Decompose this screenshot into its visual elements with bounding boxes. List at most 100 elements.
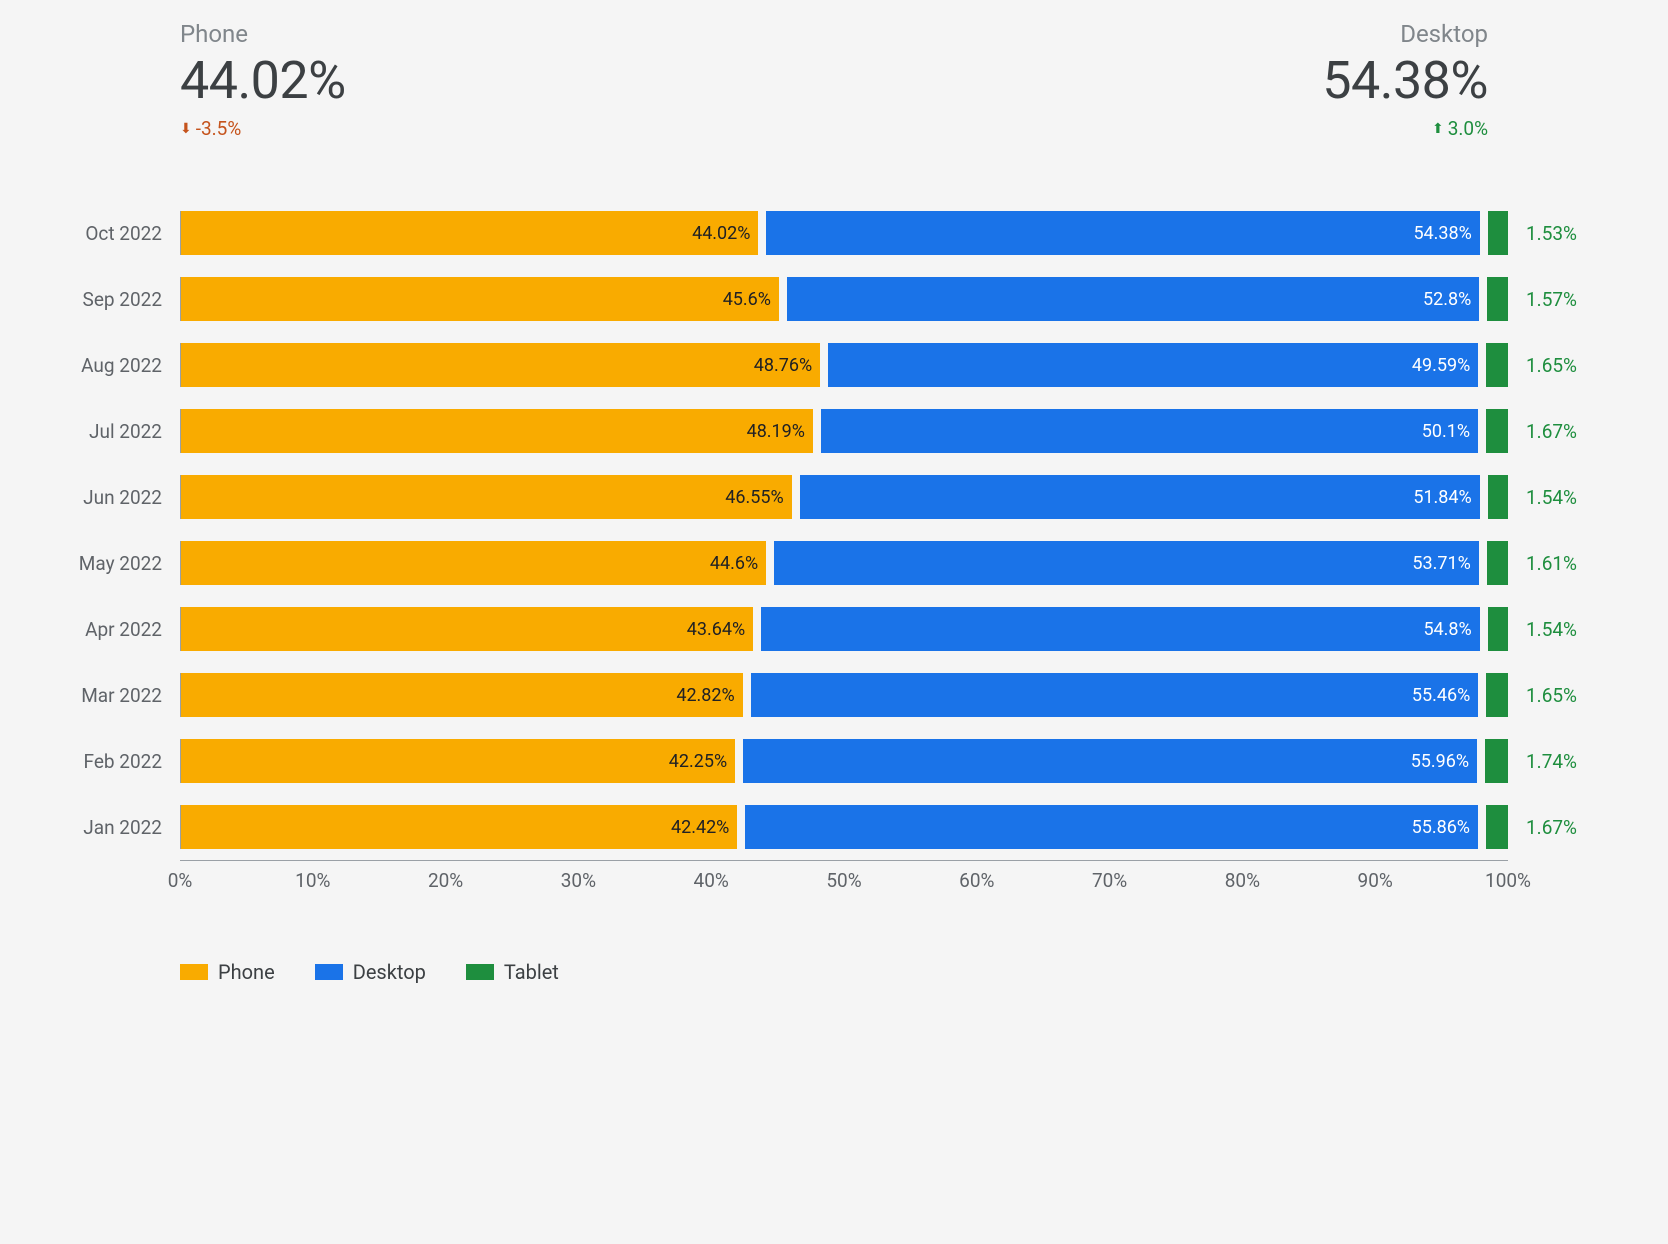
bar-track: 44.02%54.38% (180, 211, 1508, 255)
tablet-value-label: 1.54% (1508, 618, 1577, 641)
bar-segment-tablet (1486, 673, 1508, 717)
legend-desktop-label: Desktop (353, 960, 426, 984)
chart-row: Mar 202242.82%55.46%1.65% (180, 662, 1508, 728)
x-axis-tick: 20% (428, 869, 463, 892)
y-axis-label: Sep 2022 (50, 288, 180, 311)
stacked-bar-chart: Oct 202244.02%54.38%1.53%Sep 202245.6%52… (180, 200, 1508, 900)
kpi-desktop-value: 54.38% (1322, 50, 1488, 111)
bar-track: 42.25%55.96% (180, 739, 1508, 783)
arrow-up-icon: ⬆ (1432, 122, 1444, 136)
x-axis-tick: 90% (1358, 869, 1393, 892)
tablet-value-label: 1.74% (1508, 750, 1577, 773)
bar-segment-desktop: 50.1% (821, 409, 1478, 453)
kpi-desktop-delta-value: 3.0% (1448, 117, 1488, 140)
legend-tablet-label: Tablet (504, 960, 559, 984)
x-axis-tick: 100% (1485, 869, 1531, 892)
chart-row: Sep 202245.6%52.8%1.57% (180, 266, 1508, 332)
bar-segment-tablet (1487, 277, 1508, 321)
bar-segment-phone: 42.25% (181, 739, 735, 783)
bar-segment-phone: 46.55% (181, 475, 792, 519)
chart-row: Oct 202244.02%54.38%1.53% (180, 200, 1508, 266)
swatch-phone-icon (180, 964, 208, 980)
bar-segment-tablet (1488, 475, 1508, 519)
bar-segment-phone: 45.6% (181, 277, 779, 321)
bar-track: 43.64%54.8% (180, 607, 1508, 651)
kpi-phone-label: Phone (180, 20, 346, 48)
chart-row: Jun 202246.55%51.84%1.54% (180, 464, 1508, 530)
tablet-value-label: 1.61% (1508, 552, 1577, 575)
x-axis-tick: 50% (826, 869, 861, 892)
bar-track: 42.42%55.86% (180, 805, 1508, 849)
x-axis-tick: 30% (561, 869, 596, 892)
y-axis-label: May 2022 (50, 552, 180, 575)
y-axis-label: Apr 2022 (50, 618, 180, 641)
swatch-desktop-icon (315, 964, 343, 980)
bar-segment-tablet (1488, 211, 1508, 255)
bar-segment-phone: 44.6% (181, 541, 766, 585)
tablet-value-label: 1.57% (1508, 288, 1577, 311)
bar-segment-phone: 44.02% (181, 211, 758, 255)
tablet-value-label: 1.67% (1508, 816, 1577, 839)
bar-segment-tablet (1486, 409, 1508, 453)
bar-track: 46.55%51.84% (180, 475, 1508, 519)
x-axis-tick: 10% (295, 869, 330, 892)
x-axis-tick: 0% (168, 869, 193, 892)
bar-segment-phone: 42.82% (181, 673, 743, 717)
chart-row: May 202244.6%53.71%1.61% (180, 530, 1508, 596)
bar-segment-phone: 48.76% (181, 343, 820, 387)
bar-segment-tablet (1488, 607, 1508, 651)
x-axis-tick: 60% (959, 869, 994, 892)
bar-segment-tablet (1485, 739, 1508, 783)
x-axis-tick: 40% (694, 869, 729, 892)
kpi-phone-value: 44.02% (180, 50, 346, 111)
arrow-down-icon: ⬇ (180, 122, 192, 136)
bar-segment-phone: 42.42% (181, 805, 737, 849)
tablet-value-label: 1.67% (1508, 420, 1577, 443)
legend-item-phone: Phone (180, 960, 275, 984)
kpi-desktop: Desktop 54.38% ⬆ 3.0% (1322, 20, 1488, 140)
chart-row: Aug 202248.76%49.59%1.65% (180, 332, 1508, 398)
x-axis: 0%10%20%30%40%50%60%70%80%90%100% (180, 860, 1508, 900)
bar-segment-desktop: 55.46% (751, 673, 1479, 717)
kpi-phone-delta-value: -3.5% (196, 117, 242, 140)
x-axis-tick: 70% (1092, 869, 1127, 892)
tablet-value-label: 1.65% (1508, 684, 1577, 707)
chart-row: Jan 202242.42%55.86%1.67% (180, 794, 1508, 860)
chart-row: Jul 202248.19%50.1%1.67% (180, 398, 1508, 464)
bar-segment-desktop: 55.86% (745, 805, 1478, 849)
chart-row: Feb 202242.25%55.96%1.74% (180, 728, 1508, 794)
bar-segment-tablet (1486, 343, 1508, 387)
tablet-value-label: 1.53% (1508, 222, 1577, 245)
legend-item-desktop: Desktop (315, 960, 426, 984)
bar-track: 42.82%55.46% (180, 673, 1508, 717)
kpi-desktop-label: Desktop (1400, 20, 1488, 48)
kpi-desktop-delta: ⬆ 3.0% (1432, 117, 1488, 140)
tablet-value-label: 1.65% (1508, 354, 1577, 377)
y-axis-label: Jun 2022 (50, 486, 180, 509)
kpi-row: Phone 44.02% ⬇ -3.5% Desktop 54.38% ⬆ 3.… (40, 20, 1628, 170)
y-axis-label: Feb 2022 (50, 750, 180, 773)
bar-segment-phone: 48.19% (181, 409, 813, 453)
legend-phone-label: Phone (218, 960, 275, 984)
bar-segment-desktop: 54.38% (766, 211, 1479, 255)
tablet-value-label: 1.54% (1508, 486, 1577, 509)
bar-segment-desktop: 52.8% (787, 277, 1479, 321)
legend-item-tablet: Tablet (466, 960, 559, 984)
legend: Phone Desktop Tablet (180, 960, 1628, 984)
bar-track: 44.6%53.71% (180, 541, 1508, 585)
bar-track: 45.6%52.8% (180, 277, 1508, 321)
bar-segment-desktop: 49.59% (828, 343, 1478, 387)
bar-segment-desktop: 53.71% (774, 541, 1479, 585)
y-axis-label: Aug 2022 (50, 354, 180, 377)
bar-track: 48.76%49.59% (180, 343, 1508, 387)
bar-segment-desktop: 54.8% (761, 607, 1480, 651)
y-axis-label: Jan 2022 (50, 816, 180, 839)
bar-segment-desktop: 55.96% (743, 739, 1477, 783)
bar-segment-tablet (1486, 805, 1508, 849)
bar-track: 48.19%50.1% (180, 409, 1508, 453)
y-axis-label: Oct 2022 (50, 222, 180, 245)
bar-segment-phone: 43.64% (181, 607, 753, 651)
y-axis-label: Mar 2022 (50, 684, 180, 707)
x-axis-tick: 80% (1225, 869, 1260, 892)
bar-segment-tablet (1487, 541, 1508, 585)
